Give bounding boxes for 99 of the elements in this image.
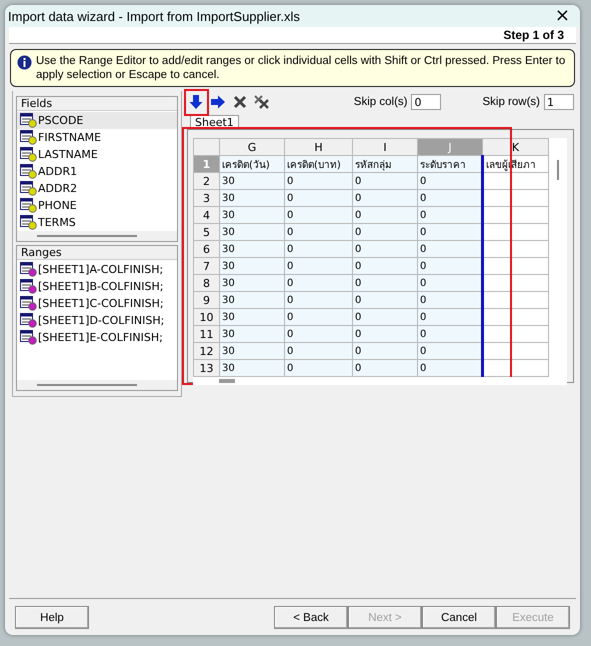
table-cell: 0 xyxy=(352,224,418,240)
info-icon xyxy=(17,55,32,70)
table-cell: 0 xyxy=(418,292,482,308)
table-cell: 0 xyxy=(352,308,418,326)
table-cell: 0 xyxy=(352,258,418,274)
row-header[interactable]: 3 xyxy=(194,190,220,206)
table-cell: 0 xyxy=(352,342,418,360)
skip-cols-label: Skip col(s) xyxy=(354,96,408,108)
info-text: Use the Range Editor to add/edit ranges or click individual cells with Shift or Ctrl pressed. Press Enter to apply selection or Escape to cancel. xyxy=(36,54,566,82)
list-header: Fields xyxy=(17,97,177,111)
field-item[interactable]: TERMS xyxy=(17,214,177,231)
table-cell: รหัสกลุ่ม xyxy=(352,156,418,172)
table-cell: 30 xyxy=(220,360,284,376)
wizard-button[interactable]: Help xyxy=(15,606,89,629)
table-cell: 0 xyxy=(418,326,482,342)
wizard-button[interactable]: Cancel xyxy=(422,606,496,629)
row-header[interactable]: 8 xyxy=(194,274,220,292)
table-cell: 30 xyxy=(220,190,284,206)
table-cell: 0 xyxy=(284,258,352,274)
table-cell: เครดิต(วัน) xyxy=(220,156,284,172)
range-item[interactable]: [SHEET1]D-COLFINISH; xyxy=(17,312,177,329)
skip-rows-field[interactable]: 1 xyxy=(544,94,574,110)
column-header[interactable]: I xyxy=(352,138,418,156)
table-cell: 30 xyxy=(220,240,284,258)
highlight-frame xyxy=(184,89,209,116)
table-cell: 0 xyxy=(418,274,482,292)
close-button[interactable]: × xyxy=(550,7,574,25)
range-item[interactable]: [SHEET1]B-COLFINISH; xyxy=(17,278,177,295)
table-cell: 0 xyxy=(352,206,418,224)
skip-rows-label: Skip row(s) xyxy=(482,96,540,108)
table-cell: 30 xyxy=(220,326,284,342)
row-header[interactable]: 10 xyxy=(194,308,220,326)
list-header: Ranges xyxy=(17,246,177,260)
table-cell: 0 xyxy=(352,360,418,376)
table-cell: 0 xyxy=(418,360,482,376)
table-cell: 0 xyxy=(284,172,352,190)
down-arrow-icon[interactable] xyxy=(189,94,203,110)
step-label: Step 1 of 3 xyxy=(503,28,564,42)
table-cell: 0 xyxy=(418,172,482,190)
row-header[interactable]: 9 xyxy=(194,292,220,308)
table-cell: 0 xyxy=(352,292,418,308)
table-cell: 0 xyxy=(284,308,352,326)
column-header[interactable]: G xyxy=(220,138,284,156)
row-header[interactable]: 5 xyxy=(194,224,220,240)
table-cell: 0 xyxy=(418,190,482,206)
field-item[interactable]: ADDR1 xyxy=(17,163,177,180)
table-cell: 0 xyxy=(418,240,482,258)
table-cell: 0 xyxy=(418,342,482,360)
table-cell: 0 xyxy=(352,172,418,190)
row-header[interactable]: 13 xyxy=(194,360,220,376)
field-item[interactable]: ADDR2 xyxy=(17,180,177,197)
table-cell: 0 xyxy=(284,292,352,308)
row-header[interactable]: 2 xyxy=(194,172,220,190)
table-cell: 0 xyxy=(284,224,352,240)
row-header[interactable]: 11 xyxy=(194,326,220,342)
table-cell: 0 xyxy=(284,190,352,206)
table-cell: 0 xyxy=(352,190,418,206)
table-cell: 0 xyxy=(284,206,352,224)
field-item[interactable]: PHONE xyxy=(17,197,177,214)
skip-cols-field[interactable]: 0 xyxy=(411,94,442,110)
table-cell: 30 xyxy=(220,224,284,240)
row-header[interactable]: 12 xyxy=(194,342,220,360)
table-cell: 30 xyxy=(220,258,284,274)
delete-all-icon[interactable] xyxy=(254,95,270,109)
range-item[interactable]: [SHEET1]E-COLFINISH; xyxy=(17,329,177,346)
table-cell: 0 xyxy=(284,360,352,376)
field-item[interactable]: PSCODE xyxy=(17,112,177,129)
table-cell: 30 xyxy=(220,342,284,360)
range-item[interactable]: [SHEET1]A-COLFINISH; xyxy=(17,261,177,278)
table-cell: 30 xyxy=(220,206,284,224)
table-cell: 0 xyxy=(284,240,352,258)
table-cell: ระดับราคา xyxy=(418,156,482,172)
row-header[interactable]: 4 xyxy=(194,206,220,224)
field-item[interactable]: FIRSTNAME xyxy=(17,129,177,146)
table-cell: เครดิต(บาท) xyxy=(284,156,352,172)
column-header[interactable]: K xyxy=(482,138,548,156)
table-cell: 0 xyxy=(418,308,482,326)
row-header[interactable]: 7 xyxy=(194,258,220,274)
wizard-button[interactable]: < Back xyxy=(274,606,348,629)
field-item[interactable]: LASTNAME xyxy=(17,146,177,163)
table-cell: 30 xyxy=(220,292,284,308)
column-header[interactable]: H xyxy=(284,138,352,156)
table-cell: 0 xyxy=(418,224,482,240)
range-item[interactable]: [SHEET1]C-COLFINISH; xyxy=(17,295,177,312)
table-cell: 0 xyxy=(284,326,352,342)
table-cell: 30 xyxy=(220,274,284,292)
table-cell: 0 xyxy=(284,274,352,292)
window-title: Import data wizard - Import from ImportSupplier.xls xyxy=(8,8,300,24)
table-cell: 0 xyxy=(352,326,418,342)
table-cell: 0 xyxy=(418,206,482,224)
table-cell: 0 xyxy=(352,240,418,258)
row-header[interactable]: 6 xyxy=(194,240,220,258)
table-cell: 0 xyxy=(418,258,482,274)
table-cell: 30 xyxy=(220,308,284,326)
table-cell: 30 xyxy=(220,172,284,190)
table-cell: 0 xyxy=(352,274,418,292)
delete-icon[interactable] xyxy=(233,95,247,109)
table-cell: 0 xyxy=(284,342,352,360)
right-arrow-icon[interactable] xyxy=(210,95,226,109)
